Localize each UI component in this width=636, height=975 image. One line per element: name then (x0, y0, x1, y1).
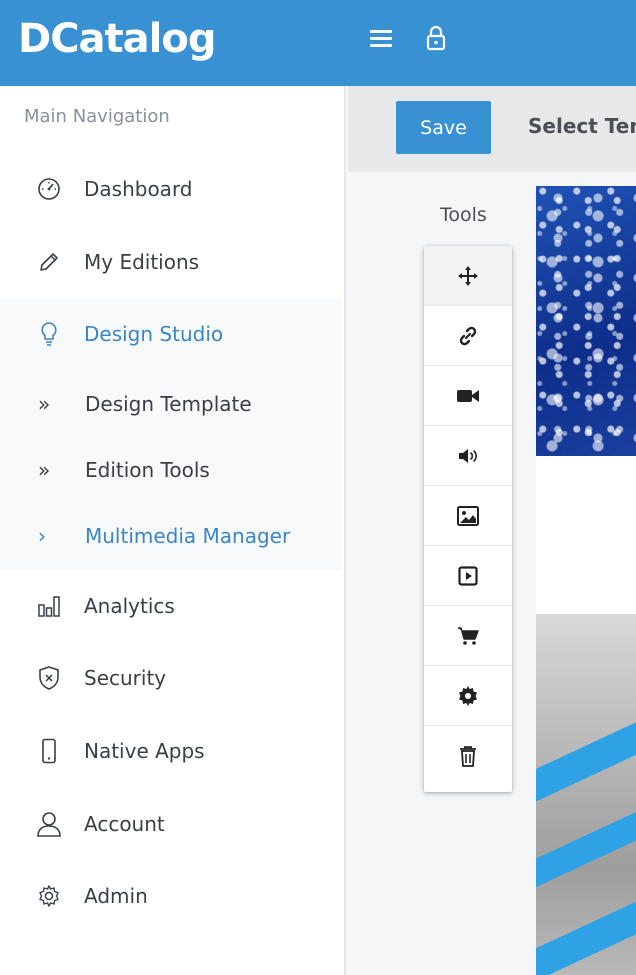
sidebar-item-label: Admin (84, 884, 148, 908)
user-icon (36, 811, 62, 837)
editor-toolbar: Save Select Temp (348, 86, 636, 172)
sidebar-item-design-studio[interactable]: Design Studio (0, 298, 342, 370)
image-tool[interactable] (424, 486, 512, 546)
chevron-right-icon: › (38, 524, 46, 548)
dcatalog-logo[interactable]: DCatalog (18, 12, 216, 66)
design-studio-group: Design Studio » Design Template » Editio… (0, 298, 342, 570)
subitem-label: Design Template (85, 392, 252, 416)
subitem-edition-tools[interactable]: » Edition Tools (0, 437, 342, 503)
design-canvas: Tools (348, 172, 636, 975)
mobile-phone-icon (36, 738, 62, 764)
double-chevron-right-icon: » (38, 458, 51, 482)
sidebar-item-label: Native Apps (84, 739, 205, 763)
sidebar-item-analytics[interactable]: Analytics (0, 570, 342, 642)
top-header: DCatalog (0, 0, 636, 86)
subitem-design-template[interactable]: » Design Template (0, 371, 342, 437)
delete-tool[interactable] (424, 726, 512, 786)
pencil-icon (36, 249, 62, 275)
sidebar: Main Navigation Dashboard My Editions De… (0, 86, 346, 975)
trash-icon (460, 746, 476, 767)
sidebar-item-dashboard[interactable]: Dashboard (0, 153, 342, 225)
slideshow-tool[interactable] (424, 546, 512, 606)
subitem-multimedia-manager[interactable]: › Multimedia Manager (0, 503, 342, 569)
cart-tool[interactable] (424, 606, 512, 666)
sidebar-item-admin[interactable]: Admin (0, 860, 342, 932)
shopping-cart-icon (458, 626, 479, 645)
play-slideshow-icon (458, 565, 478, 586)
sidebar-item-label: Analytics (84, 594, 175, 618)
page-blank-area (536, 456, 636, 614)
image-icon (457, 505, 479, 526)
nav-heading: Main Navigation (24, 106, 170, 127)
lock-icon[interactable] (425, 25, 447, 51)
video-camera-icon (457, 389, 479, 402)
settings-tool[interactable] (424, 666, 512, 726)
settings-gear-icon (459, 685, 477, 706)
sidebar-item-label: Design Studio (84, 322, 224, 346)
sidebar-item-label: My Editions (84, 250, 200, 274)
dashboard-gauge-icon (36, 176, 62, 202)
sidebar-item-account[interactable]: Account (0, 788, 342, 860)
sidebar-item-label: Account (84, 812, 165, 836)
sidebar-item-native-apps[interactable]: Native Apps (0, 715, 342, 787)
move-tool[interactable] (424, 246, 512, 306)
logo-text: DCatalog (18, 16, 216, 62)
lightbulb-icon (36, 321, 62, 347)
sidebar-item-label: Security (84, 666, 167, 690)
blue-water-drops-image[interactable] (536, 186, 636, 456)
tools-title: Tools (440, 204, 487, 226)
subitem-label: Multimedia Manager (85, 524, 291, 548)
move-icon (458, 265, 478, 286)
sidebar-item-my-editions[interactable]: My Editions (0, 226, 342, 298)
save-button[interactable]: Save (396, 101, 491, 154)
sidebar-item-label: Dashboard (84, 177, 193, 201)
subitem-label: Edition Tools (85, 458, 210, 482)
link-icon (459, 326, 477, 345)
blue-stripes-image[interactable] (536, 614, 636, 975)
video-tool[interactable] (424, 366, 512, 426)
audio-volume-icon (459, 448, 477, 463)
gear-icon (36, 883, 62, 909)
link-tool[interactable] (424, 306, 512, 366)
double-chevron-right-icon: » (38, 392, 51, 416)
tools-panel (424, 246, 512, 792)
bar-chart-icon (36, 593, 62, 619)
sidebar-item-security[interactable]: Security (0, 642, 342, 714)
select-template-link[interactable]: Select Temp (528, 114, 636, 138)
audio-tool[interactable] (424, 426, 512, 486)
shield-icon (36, 665, 62, 691)
hamburger-icon[interactable] (370, 30, 392, 48)
